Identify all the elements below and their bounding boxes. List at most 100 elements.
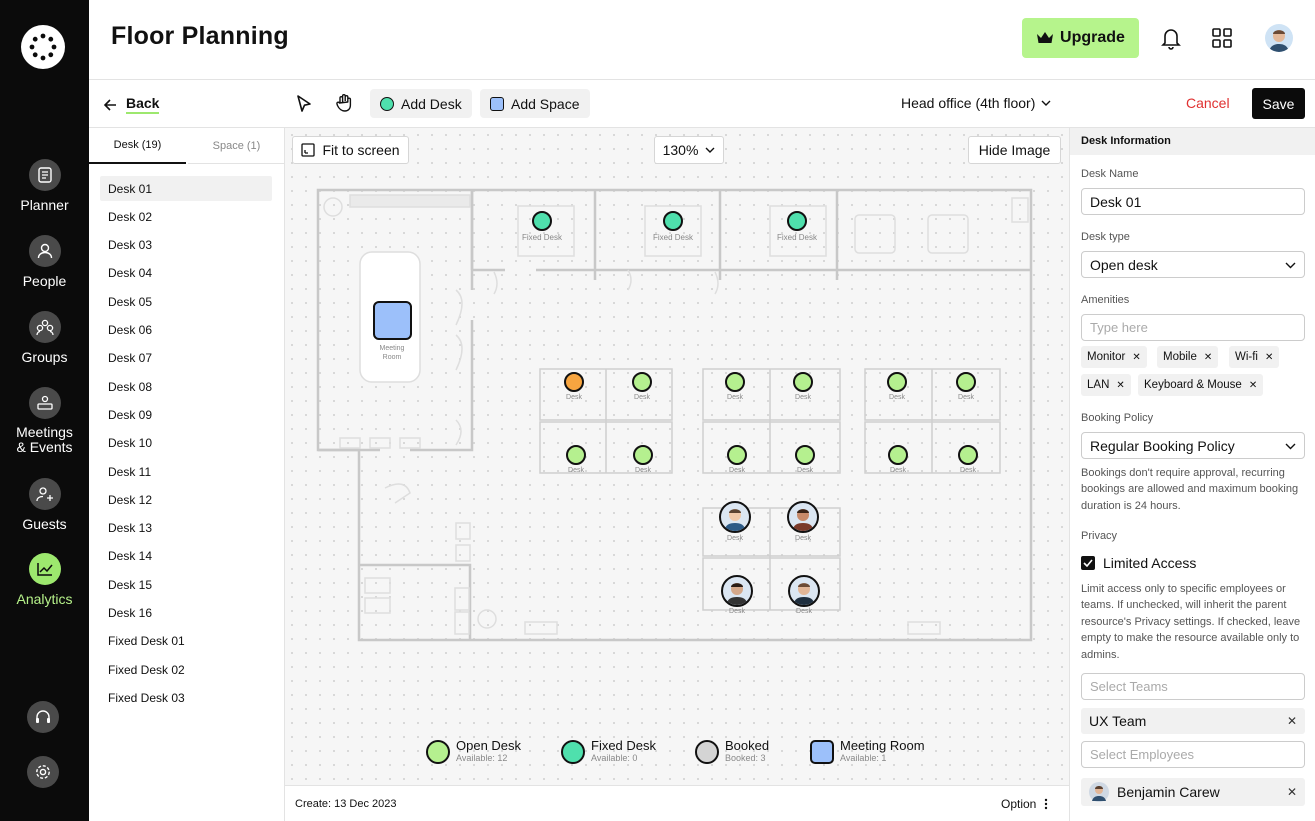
desk-type-select[interactable]: Open desk (1081, 251, 1305, 278)
nav-item-analytics[interactable]: Analytics (0, 553, 89, 607)
desk-name-field[interactable]: Desk 01 (1081, 188, 1305, 215)
desk-list-item[interactable]: Desk 13 (100, 516, 272, 541)
page-title: Floor Planning (111, 22, 289, 50)
booking-policy-label: Booking Policy (1081, 412, 1154, 424)
avatar-image (1269, 30, 1289, 52)
add-desk-button[interactable]: Add Desk (370, 89, 472, 118)
remove-amenity-icon[interactable]: ✕ (1116, 380, 1124, 391)
desk-list-item[interactable]: Fixed Desk 01 (100, 629, 272, 654)
floor-select[interactable]: Head office (4th floor) (901, 95, 1051, 111)
desk-list-item[interactable]: Desk 04 (100, 261, 272, 286)
app-logo[interactable] (21, 25, 65, 69)
amenity-chip: Mobile ✕ (1157, 346, 1219, 368)
open-desk-marker[interactable] (633, 445, 653, 465)
bell-icon[interactable] (1160, 26, 1182, 55)
booked-desk-avatar[interactable] (719, 501, 751, 533)
remove-amenity-icon[interactable]: ✕ (1204, 352, 1212, 363)
desk-list-item[interactable]: Desk 09 (100, 402, 272, 427)
nav-item-meetings[interactable]: Meetings & Events (0, 387, 89, 455)
hand-tool-icon[interactable] (334, 92, 356, 119)
desk-marker-label: Desk (795, 394, 811, 401)
desk-list-item[interactable]: Fixed Desk 02 (100, 657, 272, 682)
save-button[interactable]: Save (1252, 88, 1305, 119)
desk-marker-label: Desk (729, 608, 745, 615)
chevron-down-icon (1285, 262, 1296, 269)
cubicles (539, 368, 1001, 611)
legend-text: Open Desk Available: 12 (456, 739, 521, 765)
remove-amenity-icon[interactable]: ✕ (1265, 352, 1273, 363)
desk-list-item[interactable]: Desk 16 (100, 601, 272, 626)
fixed-desk-marker[interactable] (532, 211, 552, 231)
open-desk-marker[interactable] (725, 372, 745, 392)
desk-list-item[interactable]: Desk 07 (100, 346, 272, 371)
select-teams-input[interactable]: Select Teams (1081, 673, 1305, 700)
booked-desk-avatar[interactable] (788, 575, 820, 607)
user-avatar[interactable] (1265, 24, 1293, 52)
upgrade-button[interactable]: Upgrade (1022, 18, 1139, 58)
desk-list-item[interactable]: Desk 02 (100, 204, 272, 229)
open-desk-marker[interactable] (888, 445, 908, 465)
option-menu[interactable]: Option (1001, 797, 1048, 811)
add-space-button[interactable]: Add Space (480, 89, 590, 118)
desk-list-item[interactable]: Desk 12 (100, 487, 272, 512)
planner-icon (28, 159, 61, 191)
selected-desk-marker[interactable] (564, 372, 584, 392)
desk-list-item[interactable]: Fixed Desk 03 (100, 685, 272, 710)
desk-list-item[interactable]: Desk 01 (100, 176, 272, 201)
legend-sub: Available: 12 (456, 753, 508, 763)
remove-amenity-icon[interactable]: ✕ (1249, 380, 1257, 391)
open-desk-marker[interactable] (566, 445, 586, 465)
apps-grid-icon[interactable] (1212, 28, 1232, 53)
remove-employee-icon[interactable]: ✕ (1287, 785, 1297, 799)
desk-marker-label: Desk (727, 394, 743, 401)
support-icon[interactable] (27, 701, 59, 733)
select-employees-input[interactable]: Select Employees (1081, 741, 1305, 768)
desk-list-item[interactable]: Desk 11 (100, 459, 272, 484)
nav-item-planner[interactable]: Planner (0, 159, 89, 213)
add-desk-label: Add Desk (401, 95, 462, 112)
fixed-desk-marker[interactable] (787, 211, 807, 231)
booked-desk-avatar[interactable] (787, 501, 819, 533)
nav-item-guests[interactable]: Guests (0, 478, 89, 532)
legend-swatch-icon (426, 740, 450, 764)
toolbar: Back Add Desk Add Space Head office (4th… (89, 80, 1315, 128)
tab-space[interactable]: Space (1) (188, 128, 285, 164)
back-button[interactable]: Back (103, 95, 160, 114)
amenity-chip: Monitor ✕ (1081, 346, 1147, 368)
legend-name: Meeting Room (840, 738, 925, 753)
gear-icon[interactable] (27, 756, 59, 788)
tab-desk[interactable]: Desk (19) (89, 128, 186, 164)
open-desk-marker[interactable] (793, 372, 813, 392)
meeting-room-marker[interactable] (373, 301, 412, 340)
open-desk-marker[interactable] (956, 372, 976, 392)
arrow-left-icon (103, 98, 116, 111)
nav-item-people[interactable]: People (0, 235, 89, 289)
booking-policy-select[interactable]: Regular Booking Policy (1081, 432, 1305, 459)
open-desk-marker[interactable] (887, 372, 907, 392)
desk-list-item[interactable]: Desk 15 (100, 572, 272, 597)
desk-list-item[interactable]: Desk 08 (100, 374, 272, 399)
open-desk-marker[interactable] (795, 445, 815, 465)
desk-type-label: Desk type (1081, 231, 1130, 243)
desk-marker-label: Desk (960, 467, 976, 474)
floor-canvas[interactable]: Fit to screen 130% Hide Image Fixed Desk… (285, 128, 1069, 785)
desk-list-item[interactable]: Desk 10 (100, 431, 272, 456)
desk-list-item[interactable]: Desk 14 (100, 544, 272, 569)
select-tool-icon[interactable] (293, 93, 315, 120)
desk-list-item[interactable]: Desk 05 (100, 289, 272, 314)
desk-list-item[interactable]: Desk 06 (100, 318, 272, 343)
legend-item: Open Desk Available: 12 (426, 739, 521, 765)
booking-policy-value: Regular Booking Policy (1090, 437, 1235, 454)
remove-team-icon[interactable]: ✕ (1287, 714, 1297, 728)
cancel-button[interactable]: Cancel (1186, 95, 1230, 111)
fixed-desk-marker[interactable] (663, 211, 683, 231)
booked-desk-avatar[interactable] (721, 575, 753, 607)
limited-access-checkbox[interactable]: Limited Access (1081, 555, 1196, 571)
remove-amenity-icon[interactable]: ✕ (1132, 352, 1140, 363)
open-desk-marker[interactable] (958, 445, 978, 465)
desk-list-item[interactable]: Desk 03 (100, 233, 272, 258)
open-desk-marker[interactable] (727, 445, 747, 465)
nav-item-groups[interactable]: Groups (0, 311, 89, 365)
open-desk-marker[interactable] (632, 372, 652, 392)
amenities-input[interactable]: Type here (1081, 314, 1305, 341)
